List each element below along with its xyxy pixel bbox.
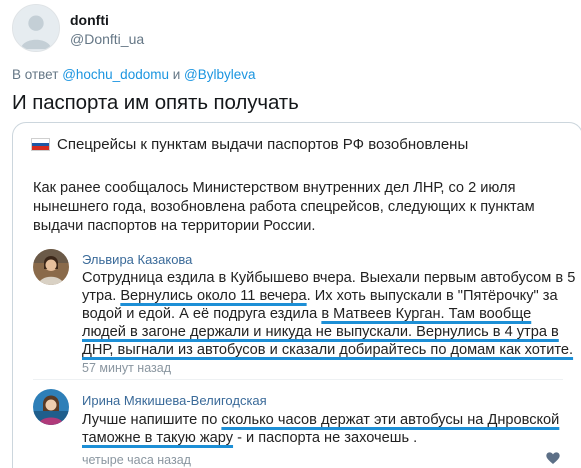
tweet-text: И паспорта им опять получать bbox=[12, 91, 299, 114]
comment-timestamp: четыре часа назад bbox=[82, 453, 191, 467]
mention-link-2[interactable]: @Bylbyleva bbox=[184, 67, 255, 82]
reply-prefix: В ответ bbox=[12, 67, 59, 82]
author-avatar[interactable] bbox=[12, 4, 60, 52]
attached-image-card[interactable]: Спецрейсы к пунктам выдачи паспортов РФ … bbox=[12, 122, 581, 468]
comment-text: Лучше напишите по сколько часов держат э… bbox=[82, 411, 577, 447]
comment-divider bbox=[33, 379, 563, 380]
russian-flag-icon bbox=[31, 138, 50, 151]
author-display-name[interactable]: donfti bbox=[70, 12, 109, 28]
comment-text: Сотрудница ездила в Куйбышево вчера. Вые… bbox=[82, 269, 577, 359]
mention-link-1[interactable]: @hochu_dodomu bbox=[62, 67, 169, 82]
news-body: Как ранее сообщалось Министерством внутр… bbox=[33, 180, 535, 234]
comment-timestamp: 57 минут назад bbox=[82, 361, 171, 375]
news-title: Спецрейсы к пунктам выдачи паспортов РФ … bbox=[31, 136, 468, 153]
commenter-name[interactable]: Ирина Мякишева-Велигодская bbox=[82, 393, 267, 408]
commenter-avatar bbox=[33, 389, 69, 425]
reply-to-line: В ответ @hochu_dodomu и @Bylbyleva bbox=[12, 67, 256, 82]
comment-segment: Лучше напишите по bbox=[82, 412, 222, 428]
comment-segment: - и паспорта не захочешь . bbox=[233, 430, 418, 446]
heart-icon[interactable] bbox=[545, 450, 561, 466]
author-handle[interactable]: @Donfti_ua bbox=[70, 31, 144, 47]
reply-conjunction: и bbox=[172, 67, 181, 82]
commenter-name[interactable]: Эльвира Казакова bbox=[82, 252, 192, 267]
commenter-avatar bbox=[33, 249, 69, 285]
news-title-text: Спецрейсы к пунктам выдачи паспортов РФ … bbox=[57, 136, 469, 153]
highlighted-phrase: Вернулись около 11 вечера bbox=[120, 288, 307, 304]
